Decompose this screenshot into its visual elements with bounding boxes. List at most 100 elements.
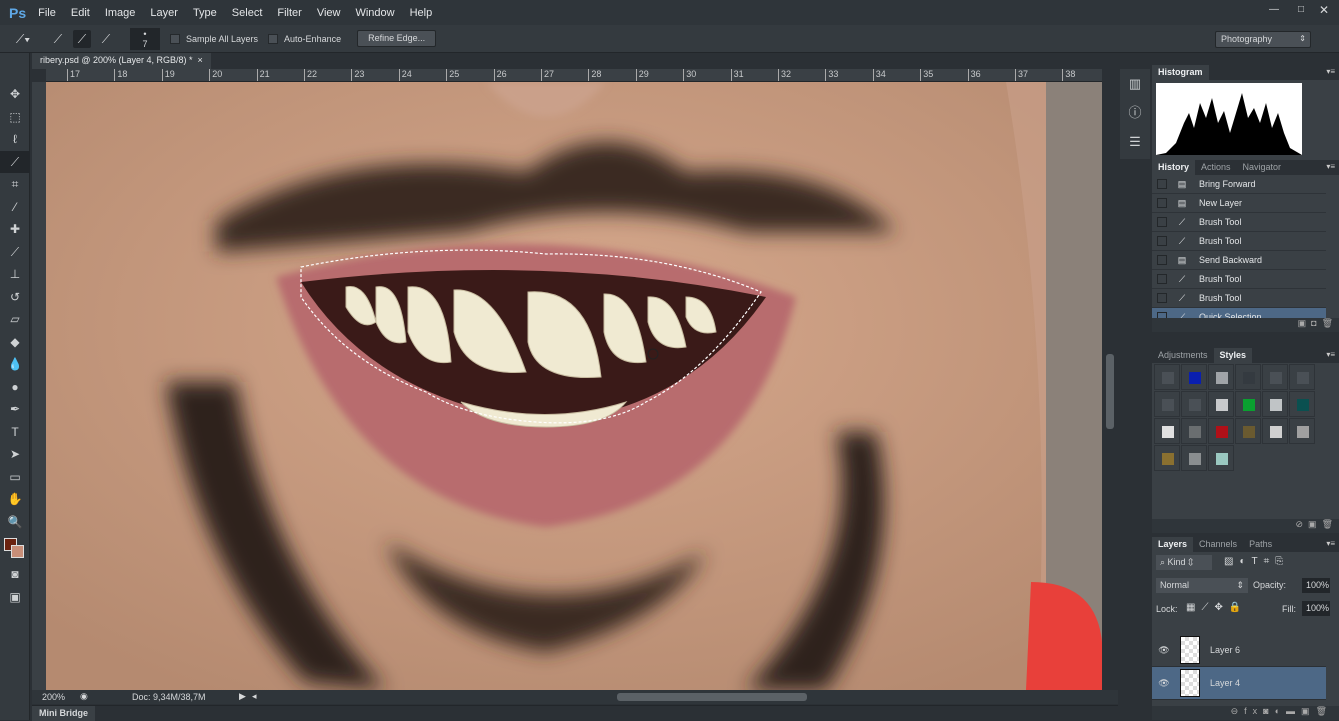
menu-window[interactable]: Window xyxy=(355,7,394,19)
status-info-icon[interactable]: ◉ xyxy=(80,691,88,702)
hand-tool-icon[interactable]: ✋ xyxy=(0,488,30,511)
eyedropper-tool-icon[interactable]: ⁄ xyxy=(0,196,30,219)
style-swatch[interactable] xyxy=(1289,364,1315,390)
close-button[interactable]: ✕ xyxy=(1319,3,1329,17)
layer-row[interactable]: 👁 Layer 6 xyxy=(1152,634,1326,667)
tab-actions[interactable]: Actions xyxy=(1195,160,1237,175)
style-swatch[interactable] xyxy=(1235,418,1261,444)
properties-icon[interactable]: ☰ xyxy=(1120,127,1150,156)
snapshot-source-checkbox[interactable] xyxy=(1157,198,1167,208)
history-item[interactable]: ⟋ Brush Tool xyxy=(1152,270,1326,289)
link-layers-icon[interactable]: ⊖ xyxy=(1231,706,1245,716)
image-canvas[interactable] xyxy=(46,82,1102,690)
histogram-icon[interactable]: ▥ xyxy=(1120,69,1150,98)
menu-file[interactable]: File xyxy=(38,7,56,19)
delete-icon[interactable]: 🗑 xyxy=(1322,318,1333,328)
style-swatch[interactable] xyxy=(1208,418,1234,444)
eraser-tool-icon[interactable]: ▱ xyxy=(0,308,30,331)
scroll-left-icon[interactable]: ◂ xyxy=(252,691,257,702)
auto-enhance-checkbox[interactable]: Auto-Enhance xyxy=(268,33,341,44)
tab-history[interactable]: History xyxy=(1152,160,1196,175)
history-item[interactable]: ▤ Bring Forward xyxy=(1152,175,1326,194)
delete-layer-icon[interactable]: 🗑 xyxy=(1316,706,1333,716)
brush-size-picker[interactable]: • 7 xyxy=(130,27,160,50)
blur-tool-icon[interactable]: 💧 xyxy=(0,353,30,376)
new-selection-icon[interactable]: ⟋ xyxy=(49,30,67,48)
style-swatch[interactable] xyxy=(1181,364,1207,390)
style-swatch[interactable] xyxy=(1181,445,1207,471)
tab-paths[interactable]: Paths xyxy=(1243,537,1278,552)
history-item[interactable]: ⟋ Brush Tool xyxy=(1152,289,1326,308)
menu-select[interactable]: Select xyxy=(232,7,263,19)
tab-histogram[interactable]: Histogram xyxy=(1152,65,1209,80)
type-tool-icon[interactable]: T xyxy=(0,421,30,444)
snapshot-icon[interactable]: ◘ xyxy=(1311,318,1316,328)
horizontal-scroll-thumb[interactable] xyxy=(617,693,807,701)
menu-help[interactable]: Help xyxy=(410,7,433,19)
path-selection-tool-icon[interactable]: ➤ xyxy=(0,443,30,466)
lasso-tool-icon[interactable]: ℓ xyxy=(0,128,30,151)
style-swatch[interactable] xyxy=(1235,391,1261,417)
layer-row[interactable]: 👁 Layer 4 xyxy=(1152,667,1326,700)
history-brush-tool-icon[interactable]: ↺ xyxy=(0,286,30,309)
menu-edit[interactable]: Edit xyxy=(71,7,90,19)
vertical-scrollbar[interactable] xyxy=(1102,69,1118,690)
fx-icon[interactable]: fx xyxy=(1244,706,1263,716)
snapshot-source-checkbox[interactable] xyxy=(1157,179,1167,189)
panel-menu-icon[interactable]: ▾≡ xyxy=(1326,539,1335,548)
paint-bucket-tool-icon[interactable]: ◆ xyxy=(0,331,30,354)
blend-mode-select[interactable]: Normal ⇕ xyxy=(1156,578,1248,593)
snapshot-source-checkbox[interactable] xyxy=(1157,293,1167,303)
status-menu-arrow-icon[interactable]: ▶ xyxy=(239,691,246,702)
opacity-input[interactable]: 100% xyxy=(1302,578,1330,593)
pen-tool-icon[interactable]: ✒ xyxy=(0,398,30,421)
style-swatch[interactable] xyxy=(1262,364,1288,390)
style-swatch[interactable] xyxy=(1154,391,1180,417)
delete-icon[interactable]: 🗑 xyxy=(1322,519,1333,529)
style-swatch[interactable] xyxy=(1208,445,1234,471)
brush-tool-icon[interactable]: ⟋ xyxy=(0,241,30,264)
filter-kind-select[interactable]: ⌕ Kind ⇕ xyxy=(1156,555,1212,570)
quick-mask-icon[interactable]: ◙ xyxy=(0,563,30,586)
marquee-tool-icon[interactable]: ⬚ xyxy=(0,106,30,129)
style-swatch[interactable] xyxy=(1208,364,1234,390)
tab-adjustments[interactable]: Adjustments xyxy=(1152,348,1214,363)
fill-input[interactable]: 100% xyxy=(1302,601,1330,616)
tab-layers[interactable]: Layers xyxy=(1152,537,1194,552)
background-color[interactable] xyxy=(11,545,24,558)
dodge-tool-icon[interactable]: ● xyxy=(0,376,30,399)
tab-navigator[interactable]: Navigator xyxy=(1237,160,1288,175)
crop-tool-icon[interactable]: ⌗ xyxy=(0,173,30,196)
quick-selection-tool-icon[interactable]: ⟋ xyxy=(0,150,30,173)
maximize-button[interactable]: □ xyxy=(1298,4,1304,15)
style-swatch[interactable] xyxy=(1235,364,1261,390)
visibility-eye-icon[interactable]: 👁 xyxy=(1152,678,1176,689)
lock-icons[interactable]: ▦⟋✥🔒 xyxy=(1186,602,1247,613)
color-swatches[interactable] xyxy=(0,533,29,563)
tab-styles[interactable]: Styles xyxy=(1213,348,1253,363)
move-tool-icon[interactable]: ✥ xyxy=(0,83,30,106)
style-swatch[interactable] xyxy=(1154,418,1180,444)
style-swatch[interactable] xyxy=(1154,364,1180,390)
minimize-button[interactable]: — xyxy=(1269,4,1279,15)
panel-menu-icon[interactable]: ▾≡ xyxy=(1326,162,1335,171)
menu-image[interactable]: Image xyxy=(105,7,136,19)
style-swatch[interactable] xyxy=(1289,391,1315,417)
style-swatch[interactable] xyxy=(1181,391,1207,417)
mini-bridge-tab[interactable]: Mini Bridge xyxy=(32,706,95,721)
healing-brush-tool-icon[interactable]: ✚ xyxy=(0,218,30,241)
adjustment-layer-icon[interactable]: ◐ xyxy=(1275,706,1286,716)
style-swatch[interactable] xyxy=(1154,445,1180,471)
filter-icons[interactable]: ▨◐T⌗⎘ xyxy=(1224,556,1289,567)
panel-menu-icon[interactable]: ▾≡ xyxy=(1326,67,1335,76)
info-icon[interactable]: ⓘ xyxy=(1120,98,1150,127)
add-mask-icon[interactable]: ◙ xyxy=(1263,706,1274,716)
style-swatch[interactable] xyxy=(1262,391,1288,417)
style-swatch[interactable] xyxy=(1289,418,1315,444)
new-document-from-state-icon[interactable]: ▣ xyxy=(1298,318,1307,328)
clear-style-icon[interactable]: ⊘ xyxy=(1295,519,1303,529)
menu-view[interactable]: View xyxy=(317,7,341,19)
tab-channels[interactable]: Channels xyxy=(1193,537,1243,552)
rectangle-tool-icon[interactable]: ▭ xyxy=(0,466,30,489)
zoom-tool-icon[interactable]: 🔍 xyxy=(0,511,30,534)
